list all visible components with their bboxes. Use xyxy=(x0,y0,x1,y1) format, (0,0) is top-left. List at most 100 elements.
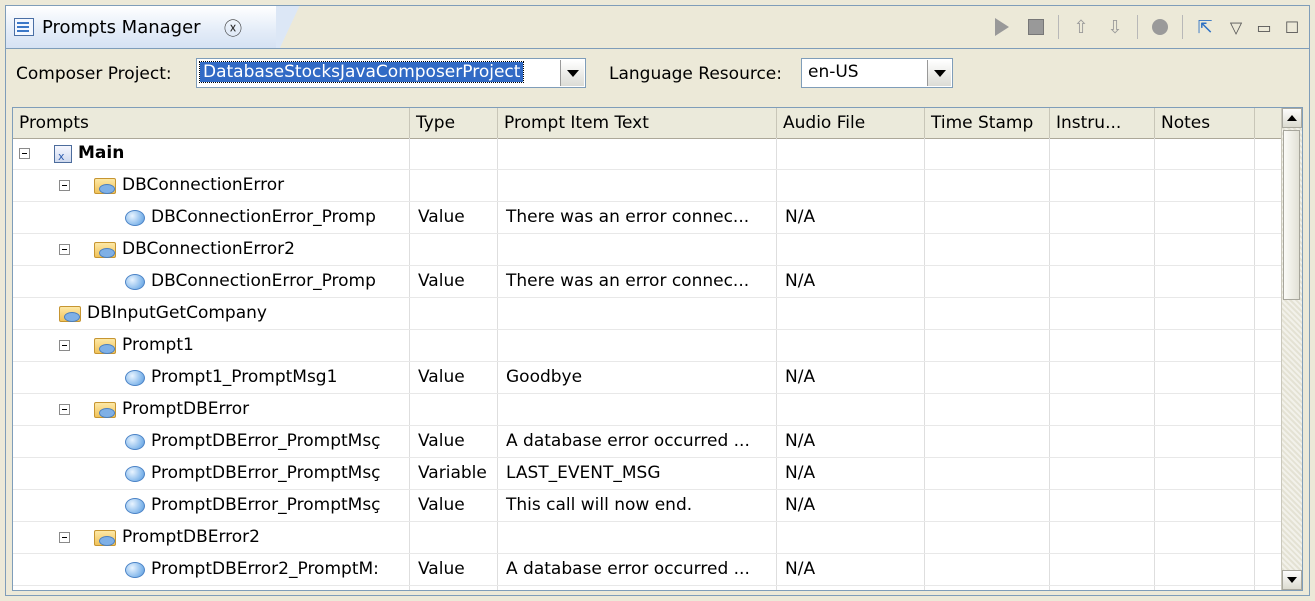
audio-file-cell[interactable]: N/A xyxy=(777,266,925,297)
close-icon[interactable]: ⓧ xyxy=(224,15,242,41)
chevron-down-icon[interactable] xyxy=(927,60,951,86)
notes-cell[interactable] xyxy=(1155,586,1255,590)
table-row[interactable]: Prompt1 xyxy=(13,330,1283,362)
audio-file-cell[interactable] xyxy=(777,138,925,169)
notes-cell[interactable] xyxy=(1155,202,1255,233)
audio-file-cell[interactable]: N/A xyxy=(777,554,925,585)
prompt-text-cell[interactable] xyxy=(498,170,777,201)
notes-cell[interactable] xyxy=(1155,170,1255,201)
time-stamp-cell[interactable] xyxy=(925,138,1050,169)
collapse-icon[interactable] xyxy=(59,180,70,191)
prompt-type-cell[interactable]: Value xyxy=(410,426,498,457)
prompt-tree-cell[interactable]: DBConnectionError_Promp xyxy=(13,202,410,233)
table-row[interactable]: PromptDBError xyxy=(13,394,1283,426)
prompt-type-cell[interactable] xyxy=(410,170,498,201)
prompt-type-cell[interactable] xyxy=(410,138,498,169)
column-header[interactable]: Prompts xyxy=(13,108,410,138)
time-stamp-cell[interactable] xyxy=(925,202,1050,233)
prompt-tree-cell[interactable]: Prompt1 xyxy=(13,330,410,361)
instructions-cell[interactable] xyxy=(1050,362,1155,393)
instructions-cell[interactable] xyxy=(1050,458,1155,489)
prompt-text-cell[interactable]: A database error occurred ... xyxy=(498,554,777,585)
prompt-tree-cell[interactable]: DBInputGetCompany xyxy=(13,298,410,329)
audio-file-cell[interactable] xyxy=(777,394,925,425)
prompt-type-cell[interactable]: Value xyxy=(410,554,498,585)
audio-file-cell[interactable]: N/A xyxy=(777,458,925,489)
run-icon[interactable] xyxy=(990,15,1014,39)
prompt-text-cell[interactable] xyxy=(498,330,777,361)
prompt-text-cell[interactable]: LAST_EVENT_MSG xyxy=(498,586,777,590)
scroll-thumb[interactable] xyxy=(1283,130,1300,300)
audio-file-cell[interactable] xyxy=(777,234,925,265)
audio-file-cell[interactable]: N/A xyxy=(777,490,925,521)
audio-file-cell[interactable]: N/A xyxy=(777,426,925,457)
notes-cell[interactable] xyxy=(1155,554,1255,585)
column-header[interactable]: Audio File xyxy=(777,108,925,138)
table-row[interactable]: PromptDBError2_PromptM: Value A database e… xyxy=(13,554,1283,586)
table-row[interactable]: DBInputGetCompany xyxy=(13,298,1283,330)
prompt-type-cell[interactable]: Value xyxy=(410,202,498,233)
prompt-type-cell[interactable] xyxy=(410,298,498,329)
audio-file-cell[interactable]: N/A xyxy=(777,586,925,590)
column-header[interactable]: Instru... xyxy=(1050,108,1155,138)
prompt-tree-cell[interactable]: DBConnectionError2 xyxy=(13,234,410,265)
move-down-icon[interactable]: ⇩ xyxy=(1103,15,1127,39)
collapse-icon[interactable] xyxy=(19,148,30,159)
time-stamp-cell[interactable] xyxy=(925,522,1050,553)
vertical-scrollbar[interactable] xyxy=(1281,108,1302,590)
notes-cell[interactable] xyxy=(1155,138,1255,169)
view-menu-icon[interactable]: ▽ xyxy=(1227,15,1245,39)
notes-cell[interactable] xyxy=(1155,394,1255,425)
table-row[interactable]: PromptDBError2_PromptM: VariableLAST_EVEN… xyxy=(13,586,1283,590)
table-row[interactable]: PromptDBError_PromptMsç Value This call wi… xyxy=(13,490,1283,522)
instructions-cell[interactable] xyxy=(1050,394,1155,425)
notes-cell[interactable] xyxy=(1155,490,1255,521)
prompt-tree-cell[interactable]: PromptDBError xyxy=(13,394,410,425)
time-stamp-cell[interactable] xyxy=(925,234,1050,265)
prompt-type-cell[interactable]: Variable xyxy=(410,586,498,590)
notes-cell[interactable] xyxy=(1155,234,1255,265)
collapse-icon[interactable] xyxy=(59,532,70,543)
audio-file-cell[interactable] xyxy=(777,170,925,201)
time-stamp-cell[interactable] xyxy=(925,554,1050,585)
table-row[interactable]: PromptDBError_PromptMsç Value A database e… xyxy=(13,426,1283,458)
table-row[interactable]: PromptDBError2 xyxy=(13,522,1283,554)
column-header[interactable]: Prompt Item Text xyxy=(498,108,777,138)
instructions-cell[interactable] xyxy=(1050,298,1155,329)
prompt-text-cell[interactable]: This call will now end. xyxy=(498,490,777,521)
prompt-text-cell[interactable]: Goodbye xyxy=(498,362,777,393)
prompt-type-cell[interactable] xyxy=(410,394,498,425)
instructions-cell[interactable] xyxy=(1050,266,1155,297)
maximize-icon[interactable]: ☐ xyxy=(1283,15,1301,39)
time-stamp-cell[interactable] xyxy=(925,458,1050,489)
instructions-cell[interactable] xyxy=(1050,426,1155,457)
prompt-text-cell[interactable]: A database error occurred ... xyxy=(498,426,777,457)
prompt-tree-cell[interactable]: PromptDBError2 xyxy=(13,522,410,553)
collapse-icon[interactable] xyxy=(59,404,70,415)
prompt-tree-cell[interactable]: PromptDBError2_PromptM: xyxy=(13,586,410,590)
notes-cell[interactable] xyxy=(1155,266,1255,297)
move-up-icon[interactable]: ⇧ xyxy=(1069,15,1093,39)
prompt-text-cell[interactable]: There was an error connec... xyxy=(498,266,777,297)
notes-cell[interactable] xyxy=(1155,458,1255,489)
instructions-cell[interactable] xyxy=(1050,234,1155,265)
language-resource-select[interactable]: en-US xyxy=(801,58,953,88)
time-stamp-cell[interactable] xyxy=(925,394,1050,425)
prompt-text-cell[interactable] xyxy=(498,394,777,425)
prompt-tree-cell[interactable]: DBConnectionError xyxy=(13,170,410,201)
table-row[interactable]: DBConnectionError_Promp Value There was an… xyxy=(13,202,1283,234)
prompt-text-cell[interactable]: There was an error connec... xyxy=(498,202,777,233)
instructions-cell[interactable] xyxy=(1050,170,1155,201)
table-row[interactable]: Main xyxy=(13,138,1283,170)
notes-cell[interactable] xyxy=(1155,298,1255,329)
column-header[interactable]: Time Stamp xyxy=(925,108,1050,138)
prompt-text-cell[interactable] xyxy=(498,522,777,553)
record-icon[interactable] xyxy=(1148,15,1172,39)
time-stamp-cell[interactable] xyxy=(925,266,1050,297)
table-row[interactable]: Prompt1_PromptMsg1 Value Goodbye N/A xyxy=(13,362,1283,394)
audio-file-cell[interactable] xyxy=(777,298,925,329)
time-stamp-cell[interactable] xyxy=(925,298,1050,329)
time-stamp-cell[interactable] xyxy=(925,586,1050,590)
audio-file-cell[interactable]: N/A xyxy=(777,202,925,233)
audio-file-cell[interactable] xyxy=(777,522,925,553)
